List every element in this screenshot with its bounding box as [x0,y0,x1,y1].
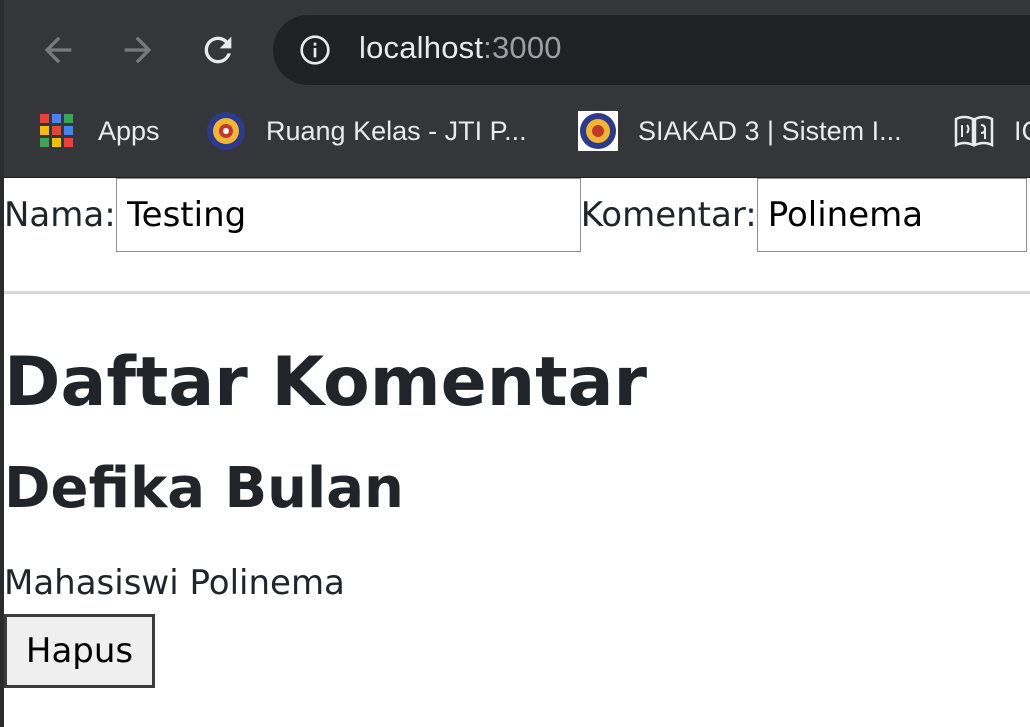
bookmarks-bar: Apps Ruang Kelas - JTI P... SIAKAD 3 | S… [0,100,1030,178]
address-bar[interactable]: localhost:3000 [273,15,1030,85]
forward-button[interactable] [116,28,160,72]
delete-comment-button[interactable]: Hapus [4,614,155,688]
bookmark-ruang-kelas[interactable]: Ruang Kelas - JTI P... [206,111,527,151]
polinema-logo-icon [578,111,618,151]
bookmark-label: Ruang Kelas - JTI P... [266,115,527,146]
page-title: Daftar Komentar [4,343,648,422]
forward-arrow-icon [124,36,152,64]
bookmark-label: SIAKAD 3 | Sistem I... [638,115,902,146]
browser-toolbar: localhost:3000 [0,0,1030,100]
bookmark-apps[interactable]: Apps [40,111,160,151]
reload-icon [204,36,232,64]
comment-body: Mahasiswi Polinema [4,563,345,603]
nama-input[interactable] [115,178,581,252]
page-content: Nama: Komentar: Daftar Komentar Defika B… [4,178,1030,727]
apps-grid-icon [40,111,74,151]
window-left-edge [0,0,4,727]
bookmark-label: Apps [98,115,160,146]
bookmark-ic[interactable]: IC [954,111,1030,151]
book-icon [954,111,994,151]
bookmark-label: IC [1014,115,1030,146]
nama-label: Nama: [4,195,116,235]
bookmark-siakad[interactable]: SIAKAD 3 | Sistem I... [578,111,902,151]
back-button[interactable] [36,28,80,72]
reload-button[interactable] [196,28,240,72]
back-arrow-icon [44,36,72,64]
komentar-label: Komentar: [580,195,757,235]
comment-form: Nama: Komentar: [4,178,1027,252]
divider [4,291,1030,294]
url-host: localhost [359,30,484,65]
comment-author: Defika Bulan [4,456,404,521]
site-info-icon[interactable] [299,34,331,66]
polinema-logo-icon [206,111,246,151]
komentar-input[interactable] [756,178,1027,252]
url-port: :3000 [483,30,562,65]
url-text: localhost:3000 [359,30,562,66]
